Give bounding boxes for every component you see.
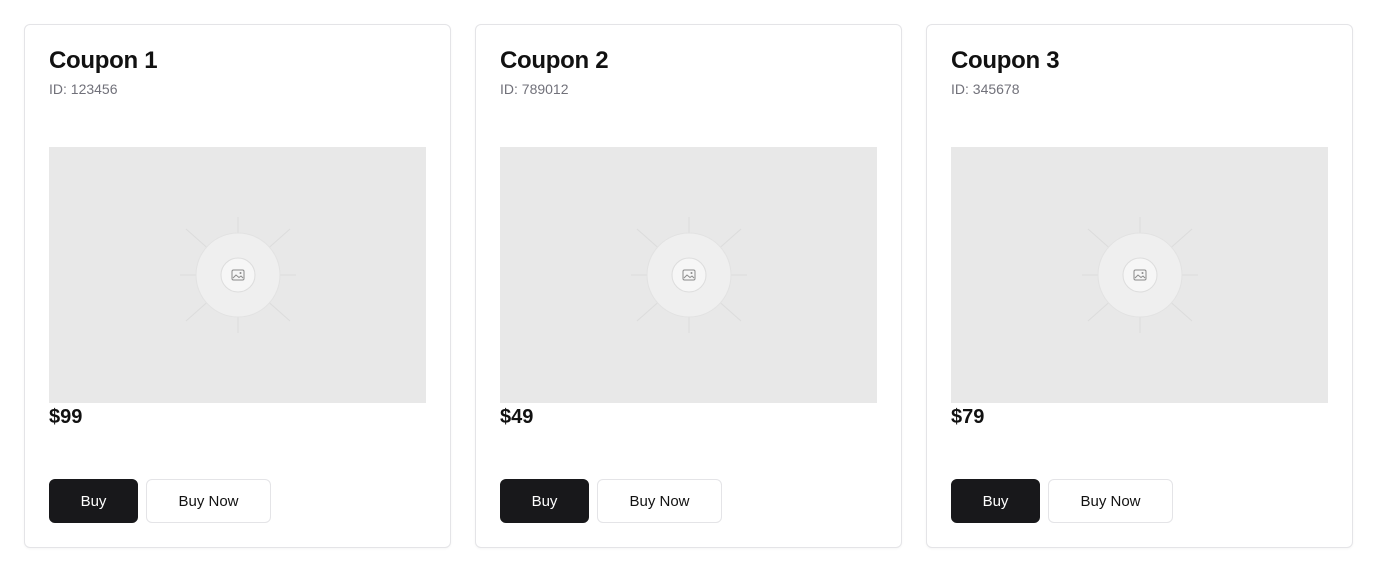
- coupon-image: [49, 147, 426, 403]
- buy-button[interactable]: Buy: [951, 479, 1040, 523]
- coupon-title: Coupon 1: [49, 47, 158, 74]
- buy-button[interactable]: Buy: [49, 479, 138, 523]
- coupon-id: ID: 345678: [951, 81, 1020, 97]
- buy-now-button[interactable]: Buy Now: [597, 479, 722, 523]
- image-placeholder-icon: [179, 217, 296, 333]
- buy-button[interactable]: Buy: [500, 479, 589, 523]
- coupon-card: Coupon 3 ID: 345678 $79 Buy Buy Now: [926, 24, 1353, 548]
- coupon-title: Coupon 2: [500, 47, 609, 74]
- coupon-card: Coupon 2 ID: 789012 $49 Buy Buy Now: [475, 24, 902, 548]
- coupon-price: $49: [500, 406, 534, 428]
- coupon-image: [951, 147, 1328, 403]
- coupon-title: Coupon 3: [951, 47, 1060, 74]
- coupon-price: $79: [951, 406, 985, 428]
- coupon-price: $99: [49, 406, 83, 428]
- coupon-id: ID: 789012: [500, 81, 569, 97]
- image-placeholder-icon: [630, 217, 747, 333]
- coupon-card: Coupon 1 ID: 123456 $99 Buy Buy Now: [24, 24, 451, 548]
- buy-now-button[interactable]: Buy Now: [1048, 479, 1173, 523]
- buy-now-button[interactable]: Buy Now: [146, 479, 271, 523]
- coupon-grid: Coupon 1 ID: 123456 $99 Buy Buy Now Coup…: [24, 24, 1353, 548]
- image-placeholder-icon: [1081, 217, 1198, 333]
- coupon-id: ID: 123456: [49, 81, 118, 97]
- coupon-image: [500, 147, 877, 403]
